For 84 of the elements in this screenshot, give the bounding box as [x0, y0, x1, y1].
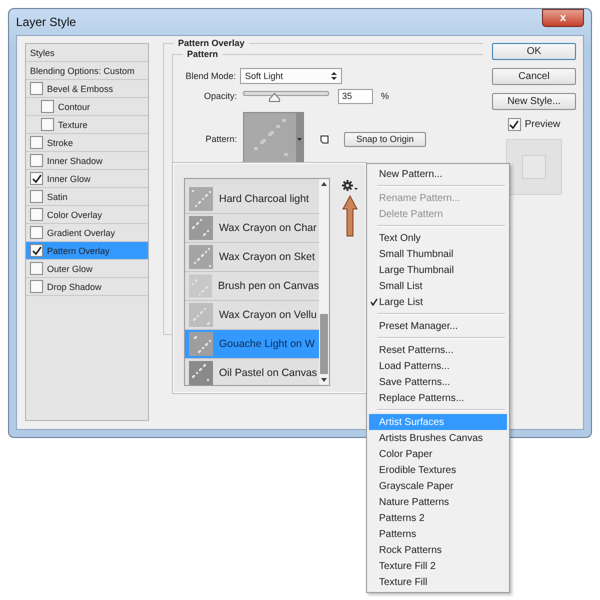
style-item[interactable]: Pattern Overlay [26, 242, 148, 260]
pattern-item[interactable]: Wax Crayon on Vellu [185, 301, 319, 330]
menu-item[interactable]: Texture Fill 2 [369, 558, 507, 574]
pattern-thumbnail [189, 216, 213, 240]
pattern-thumbnail [189, 274, 212, 298]
menu-item[interactable]: Large List [369, 294, 507, 310]
checkbox[interactable] [30, 262, 43, 275]
dialog-button[interactable]: New Style... [492, 93, 576, 110]
menu-item[interactable]: Small Thumbnail [369, 246, 507, 262]
menu-item[interactable]: Color Paper [369, 446, 507, 462]
checkbox[interactable] [41, 118, 54, 131]
pattern-thumbnail [189, 245, 213, 269]
group-title: Pattern [183, 49, 222, 59]
menu-item[interactable]: Nature Patterns [369, 494, 507, 510]
blend-mode-dropdown[interactable]: Soft Light [240, 68, 342, 84]
menu-item[interactable]: Erodible Textures [369, 462, 507, 478]
style-item[interactable]: Texture [26, 116, 148, 134]
checkbox[interactable] [30, 154, 43, 167]
scroll-up-icon[interactable] [321, 182, 327, 186]
scrollbar[interactable] [319, 179, 329, 385]
menu-item[interactable]: Replace Patterns... [369, 390, 507, 406]
pattern-item[interactable]: Wax Crayon on Char [185, 214, 319, 243]
slider-thumb[interactable] [268, 92, 280, 102]
field-label: Blend Mode: [184, 71, 236, 81]
menu-item[interactable]: Rock Patterns [369, 542, 507, 558]
checkbox[interactable] [41, 100, 54, 113]
field-label: Pattern: [204, 134, 237, 144]
menu-item[interactable]: Patterns 2 [369, 510, 507, 526]
pattern-item[interactable]: Wax Crayon on Sket [185, 243, 319, 272]
checkbox[interactable] [30, 280, 43, 293]
dialog-button[interactable]: OK [492, 43, 576, 60]
snap-to-origin-button[interactable]: Snap to Origin [344, 132, 426, 146]
preview-label: Preview [524, 119, 560, 130]
window-title: Layer Style [16, 15, 76, 29]
style-item[interactable]: Color Overlay [26, 206, 148, 224]
dialog-button[interactable]: Cancel [492, 68, 576, 85]
new-pattern-icon[interactable] [320, 134, 329, 144]
checkbox[interactable] [508, 118, 521, 131]
menu-item[interactable]: Text Only [369, 230, 507, 246]
menu-item[interactable]: Grayscale Paper [369, 478, 507, 494]
menu-item[interactable]: Patterns [369, 526, 507, 542]
menu-item[interactable]: Small List [369, 278, 507, 294]
scrollbar-thumb[interactable] [320, 314, 328, 374]
menu-item[interactable]: Preset Manager... [369, 318, 507, 334]
unit-label: % [381, 91, 390, 101]
style-item[interactable]: Inner Shadow [26, 152, 148, 170]
style-item[interactable]: Drop Shadow [26, 278, 148, 296]
style-item[interactable]: Bevel & Emboss [26, 80, 148, 98]
checkbox[interactable] [30, 190, 43, 203]
checkbox[interactable] [30, 208, 43, 221]
menu-item[interactable]: Save Patterns... [369, 374, 507, 390]
style-item[interactable]: Stroke [26, 134, 148, 152]
menu-item[interactable]: Reset Patterns... [369, 342, 507, 358]
checkbox[interactable] [30, 136, 43, 149]
style-item[interactable]: Outer Glow [26, 260, 148, 278]
pattern-thumbnail [189, 332, 213, 356]
opacity-slider[interactable] [243, 90, 329, 102]
checkbox[interactable] [30, 82, 43, 95]
menu-item[interactable]: Load Patterns... [369, 358, 507, 374]
style-item[interactable]: Gradient Overlay [26, 224, 148, 242]
group-title: Pattern Overlay [174, 38, 249, 48]
pattern-item[interactable]: Gouache Light on W [185, 330, 319, 359]
field-label: Opacity: [202, 91, 237, 101]
pattern-item[interactable]: Brush pen on Canvas [185, 272, 319, 301]
style-item[interactable]: Contour [26, 98, 148, 116]
checkbox[interactable] [30, 244, 43, 257]
pattern-item[interactable]: Hard Charcoal light [185, 185, 319, 214]
opacity-field[interactable]: 35 [338, 88, 373, 104]
checkbox[interactable] [30, 226, 43, 239]
menu-item[interactable]: New Pattern... [369, 166, 507, 182]
scroll-down-icon[interactable] [321, 378, 327, 382]
style-item[interactable]: Satin [26, 188, 148, 206]
caret-icon [297, 138, 302, 140]
menu-item[interactable]: Large Thumbnail [369, 262, 507, 278]
checkmark-icon [370, 298, 378, 306]
pointer-arrow [342, 195, 358, 237]
spinner-icon [331, 71, 337, 81]
gear-menu-button[interactable] [342, 180, 358, 191]
menu-item[interactable]: Texture Fill [369, 574, 507, 590]
pattern-thumbnail [189, 303, 213, 327]
style-item[interactable]: Inner Glow [26, 170, 148, 188]
menu-item[interactable]: Artists Brushes Canvas [369, 430, 507, 446]
checkbox[interactable] [30, 172, 43, 185]
pattern-thumbnail [189, 187, 213, 211]
